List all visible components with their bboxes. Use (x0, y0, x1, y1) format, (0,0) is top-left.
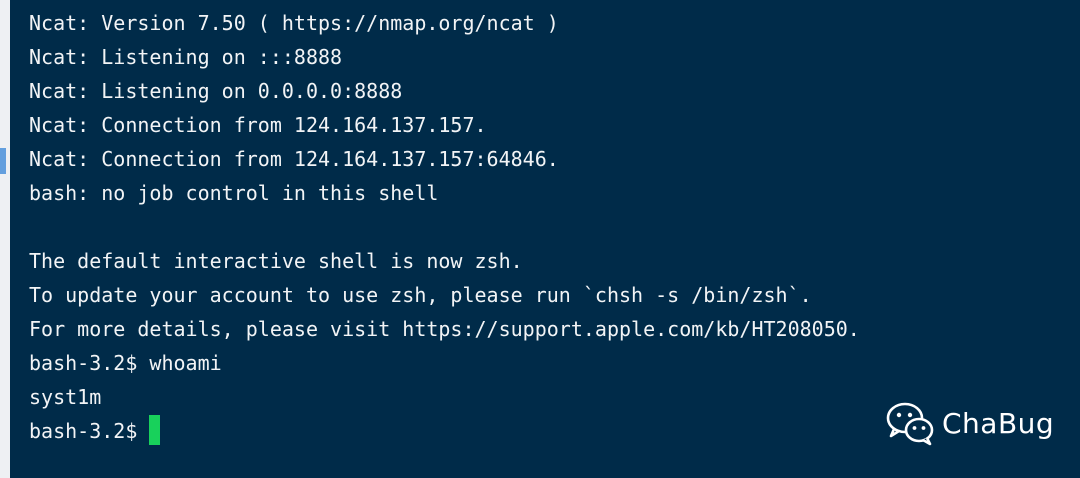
screenshot-frame: Ncat: Version 7.50 ( https://nmap.org/nc… (0, 0, 1080, 478)
output-line: Ncat: Listening on :::8888 (29, 45, 343, 69)
output-line: bash: no job control in this shell (29, 181, 439, 205)
text-cursor (149, 415, 161, 445)
output-line: syst1m (29, 385, 102, 409)
output-line-blank (29, 210, 860, 244)
output-line: Ncat: Connection from 124.164.137.157:64… (29, 147, 559, 171)
output-line: Ncat: Connection from 124.164.137.157. (29, 113, 487, 137)
desktop-edge (0, 0, 10, 478)
command-line: bash-3.2$ whoami (29, 351, 222, 375)
output-line: To update your account to use zsh, pleas… (29, 283, 812, 307)
output-line: Ncat: Version 7.50 ( https://nmap.org/nc… (29, 11, 559, 35)
clipped-next-line (29, 470, 149, 478)
shell-prompt: bash-3.2$ (29, 419, 138, 443)
window-edge-highlight (0, 148, 6, 174)
watermark-label: ChaBug (942, 406, 1055, 440)
terminal-output: Ncat: Version 7.50 ( https://nmap.org/nc… (29, 6, 860, 448)
output-line: For more details, please visit https://s… (29, 317, 860, 341)
wechat-icon (886, 402, 934, 446)
output-line: Ncat: Listening on 0.0.0.0:8888 (29, 79, 403, 103)
output-line: The default interactive shell is now zsh… (29, 249, 523, 273)
active-prompt-line[interactable]: bash-3.2$ (29, 414, 860, 448)
watermark: ChaBug (886, 400, 1054, 446)
